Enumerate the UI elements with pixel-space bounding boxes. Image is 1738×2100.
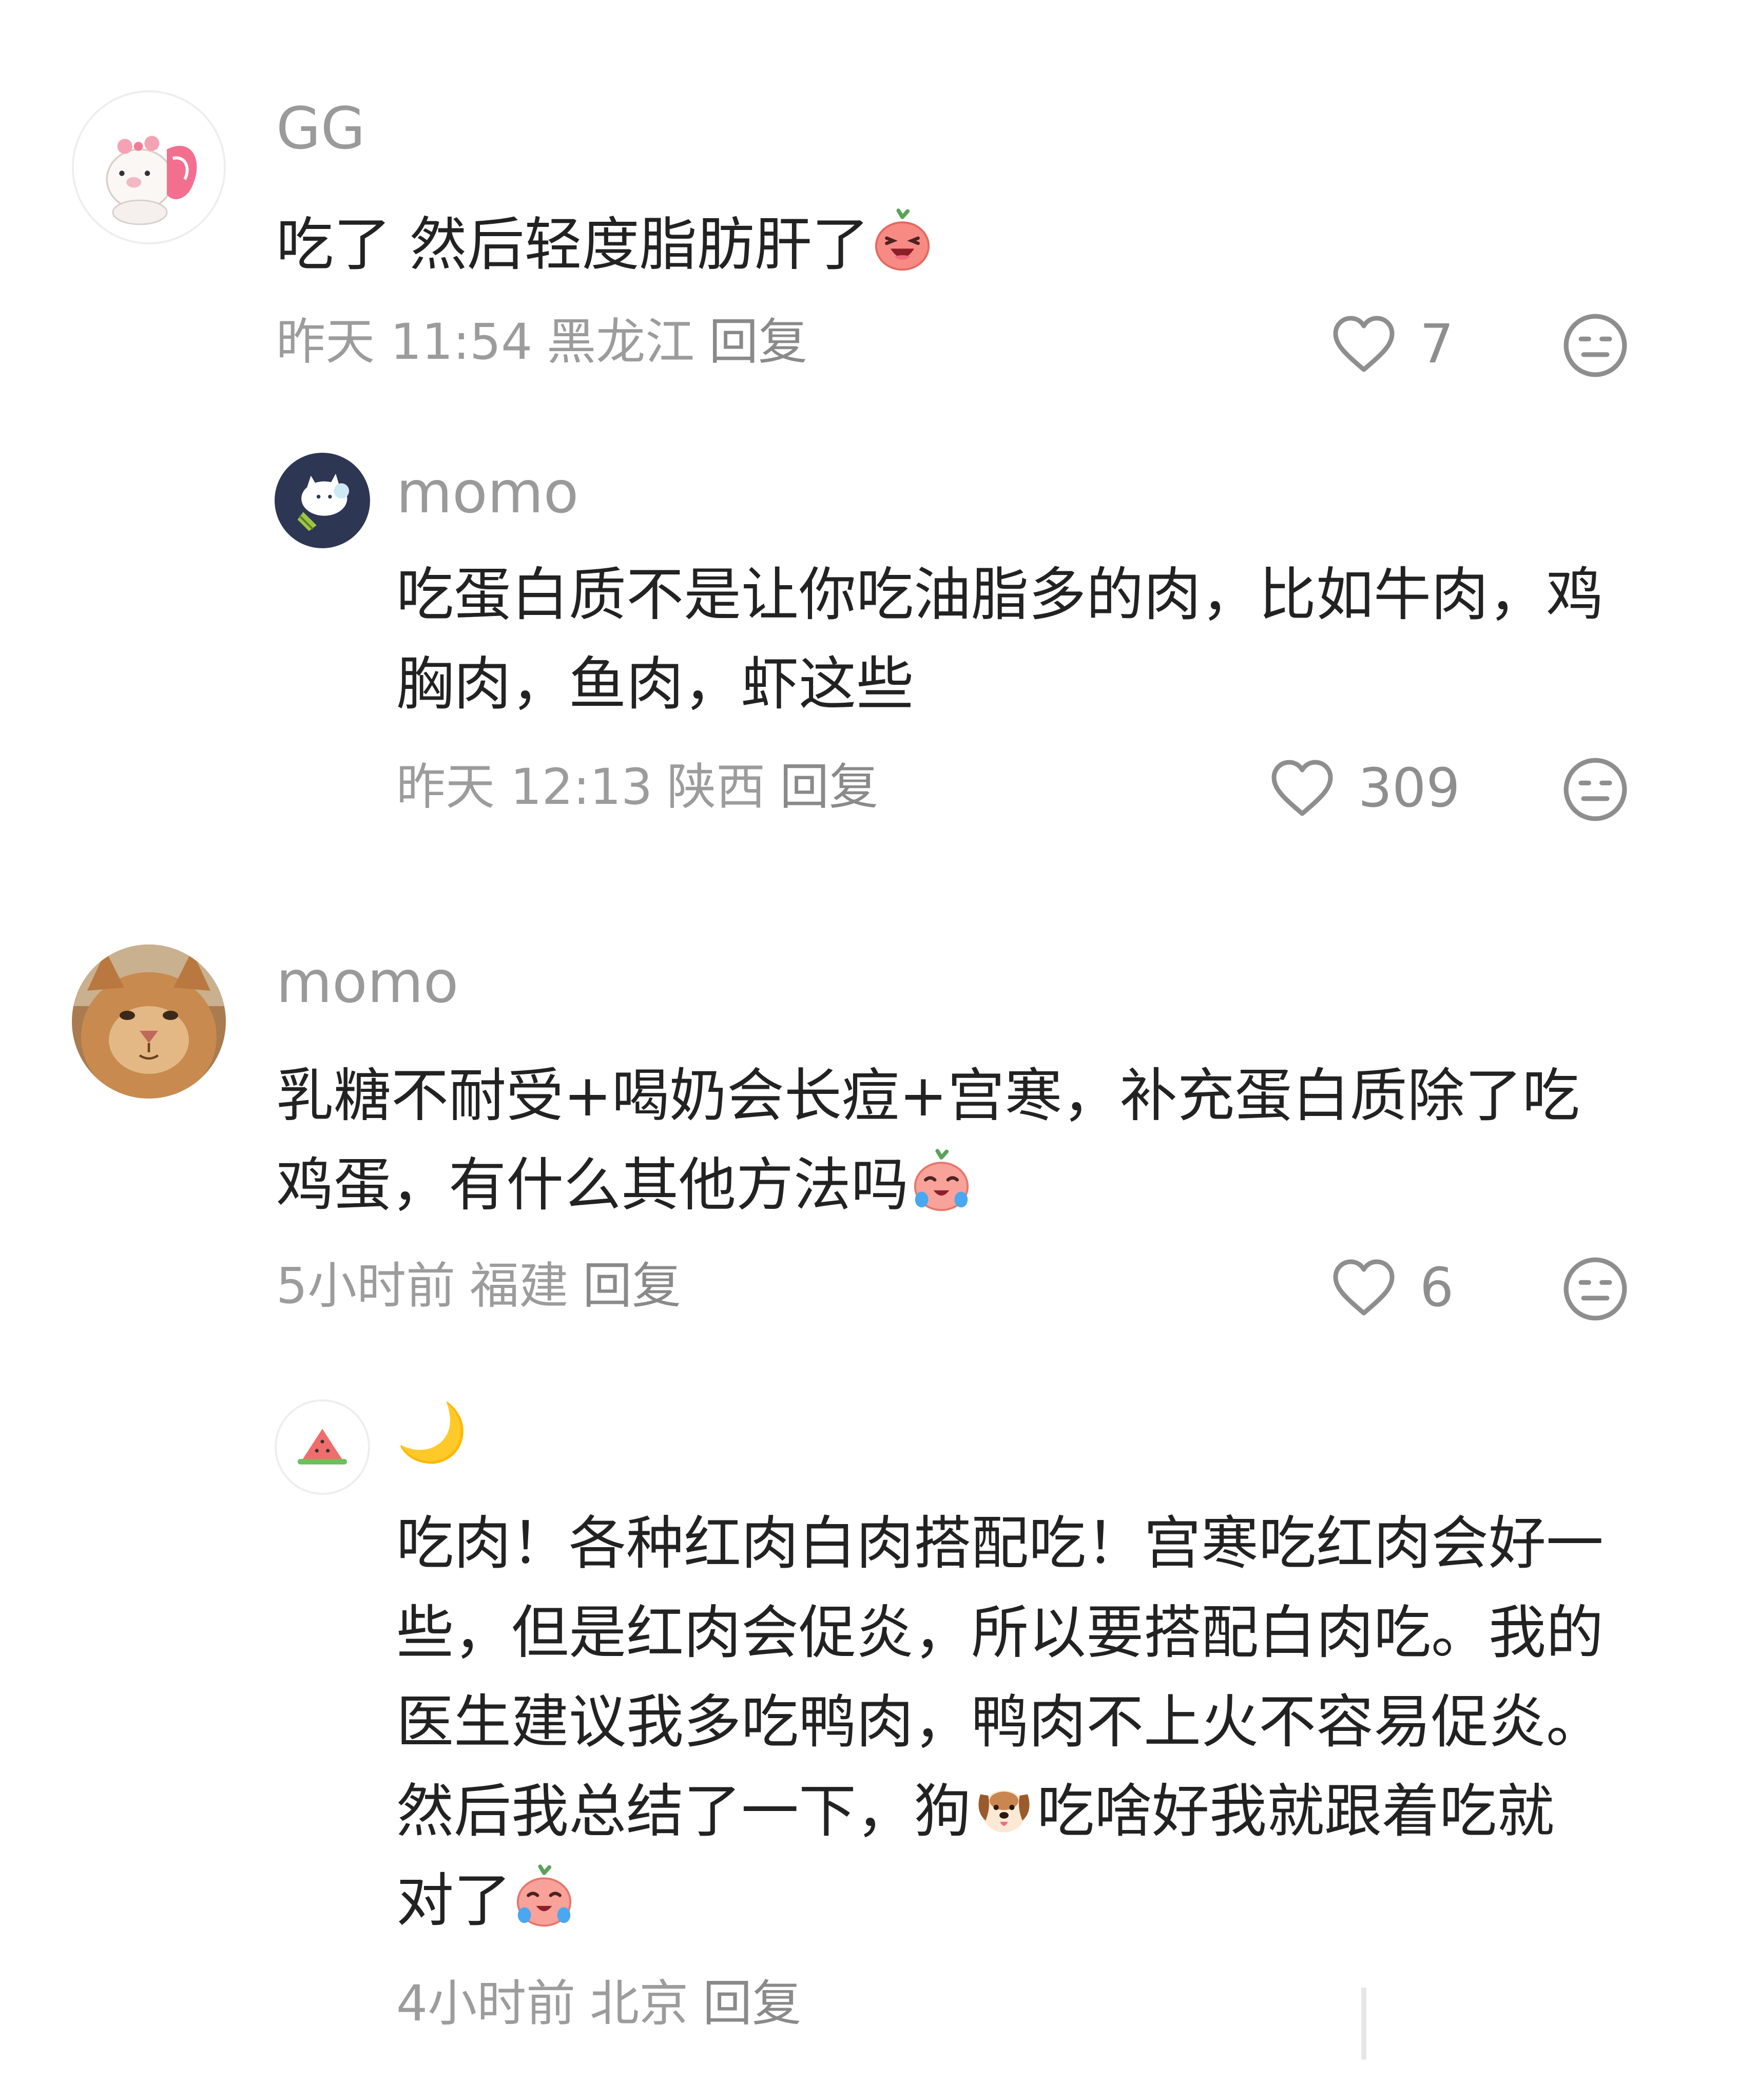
reply-meta: 昨天 12:13 陕西 回复 <box>396 762 893 812</box>
comment-meta: 5小时前 福建 回复 <box>276 1261 696 1311</box>
reply-button[interactable]: 回复 <box>780 758 878 816</box>
location: 北京 <box>590 1975 689 2032</box>
reply-text: 吃肉！各种红肉白肉搭配吃！宫寒吃红肉会好一些，但是红肉会促炎，所以要搭配白肉吃。… <box>396 1499 1608 1945</box>
timestamp: 4小时前 <box>396 1975 576 2032</box>
like-count: 6 <box>1420 1256 1454 1319</box>
timestamp: 5小时前 <box>276 1257 456 1315</box>
comment-meta: 昨天 11:54 黑龙江 回复 <box>276 317 822 367</box>
meh-face-icon <box>1563 1257 1627 1321</box>
avatar[interactable] <box>275 1399 370 1495</box>
avatar[interactable] <box>72 90 226 244</box>
location: 福建 <box>470 1257 569 1315</box>
avatar[interactable] <box>275 453 370 548</box>
reply-button[interactable]: 回复 <box>583 1257 681 1315</box>
reply-button[interactable]: 回复 <box>709 313 807 371</box>
meh-face-icon <box>1563 314 1627 377</box>
orange-cat-photo-avatar-icon <box>72 945 226 1099</box>
like-button[interactable]: 7 <box>1330 313 1454 375</box>
location: 陕西 <box>667 758 766 816</box>
timestamp: 昨天 11:54 <box>276 313 533 371</box>
like-button[interactable]: 309 <box>1269 757 1460 819</box>
username[interactable]: momo <box>276 954 458 1011</box>
username[interactable]: GG <box>276 100 365 158</box>
reply-text: 吃蛋白质不是让你吃油脂多的肉，比如牛肉，鸡胸肉，鱼肉，虾这些 <box>396 562 1604 718</box>
avatar[interactable] <box>72 945 226 1099</box>
timestamp: 昨天 12:13 <box>396 758 653 816</box>
username[interactable]: 🌙 <box>396 1404 468 1461</box>
navy-cat-sticker-avatar-icon <box>275 453 370 548</box>
heart-icon <box>1271 760 1333 816</box>
comment-text: 吃了 然后轻度脂肪肝了 <box>276 200 1642 290</box>
meh-face-icon <box>1563 758 1627 821</box>
scrollbar[interactable] <box>1361 1988 1366 2059</box>
comment-text: 乳糖不耐受+喝奶会长痘+宫寒，补充蛋白质除了吃鸡蛋，有什么其他方法吗 <box>276 1051 1631 1230</box>
location: 黑龙江 <box>547 313 695 371</box>
like-count: 7 <box>1420 313 1454 375</box>
watermelon-avatar-icon <box>277 1401 368 1493</box>
laughing-radish-emoji-icon <box>870 208 935 274</box>
heart-icon <box>1333 1259 1395 1316</box>
crying-radish-emoji-icon <box>909 1148 974 1214</box>
dislike-button[interactable] <box>1561 312 1629 379</box>
like-count: 309 <box>1358 757 1460 819</box>
pink-pig-avatar-icon <box>74 92 224 242</box>
crying-radish-emoji-icon <box>511 1864 577 1930</box>
username[interactable]: momo <box>396 464 578 522</box>
reply-button[interactable]: 回复 <box>703 1975 801 2032</box>
dog-face-emoji-icon <box>971 1775 1037 1840</box>
like-button[interactable]: 6 <box>1330 1257 1454 1318</box>
dislike-button[interactable] <box>1561 1255 1629 1323</box>
comment-text-body: 吃了 然后轻度脂肪肝了 <box>276 211 870 278</box>
heart-icon <box>1333 316 1395 372</box>
dislike-button[interactable] <box>1561 756 1629 823</box>
reply-meta: 4小时前 北京 回复 <box>396 1979 816 2028</box>
